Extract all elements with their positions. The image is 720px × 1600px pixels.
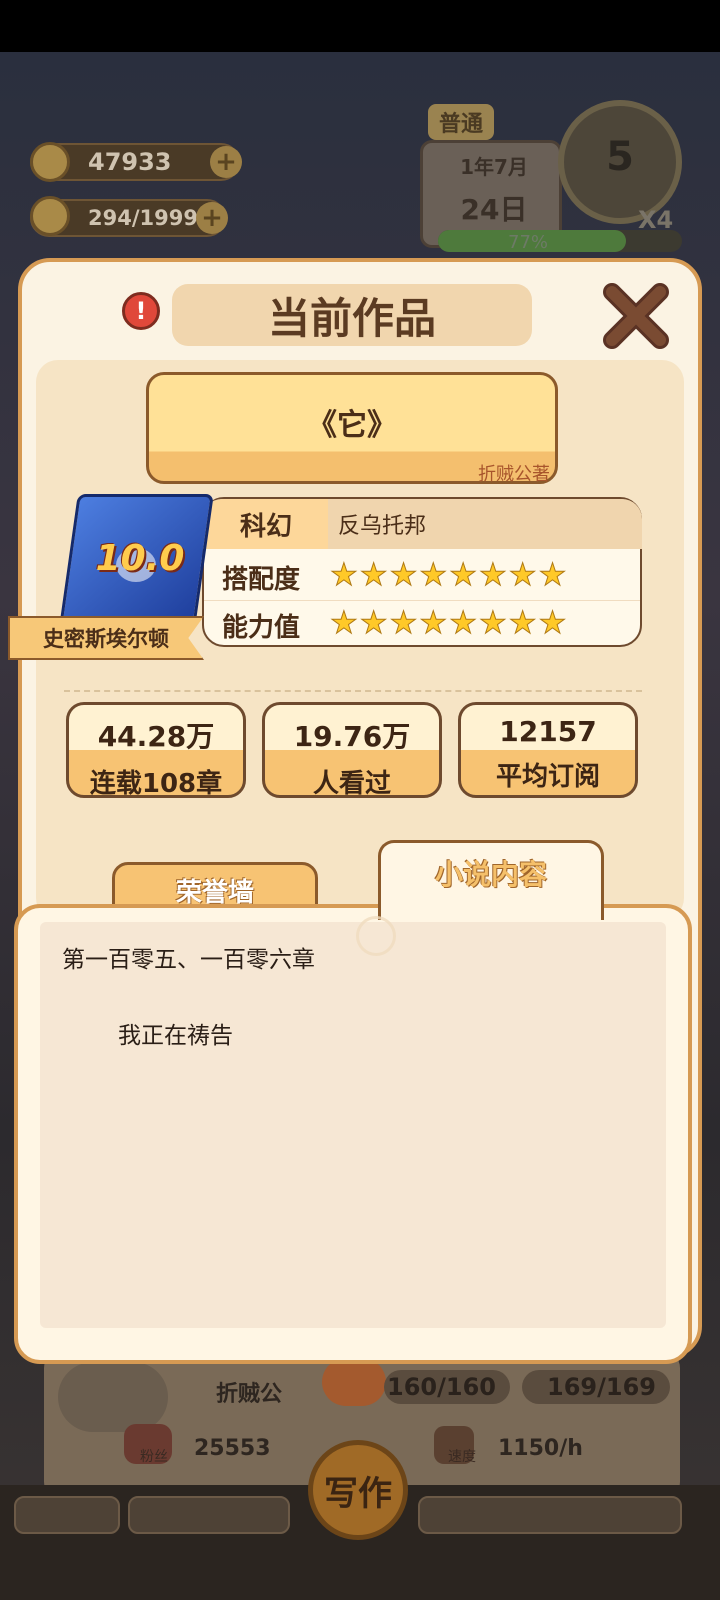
stat-subscriptions-label: 平均订阅: [495, 762, 600, 792]
star-icon: ★: [389, 605, 418, 641]
coins-value: 47933: [88, 148, 172, 176]
bottom-slot-3[interactable]: [418, 1496, 682, 1534]
match-label: 搭配度: [222, 565, 301, 595]
book-author: 折贼公著: [478, 464, 550, 485]
ability-label: 能力值: [222, 613, 301, 643]
novel-text-area[interactable]: [40, 922, 666, 1328]
tab-novel-content[interactable]: 小说内容: [378, 840, 604, 920]
star-icon: ★: [478, 605, 507, 641]
stat-chapters: 44.28万 连载108章: [66, 702, 246, 798]
touch-indicator: [356, 916, 396, 956]
stat-b-value: 169/169: [547, 1373, 656, 1401]
star-icon: ★: [449, 557, 478, 593]
star-icon: ★: [538, 605, 567, 641]
speed-value: 1150/h: [498, 1436, 583, 1461]
star-icon: ★: [330, 557, 359, 593]
next-day-number: 5: [606, 134, 634, 180]
star-icon: ★: [330, 605, 359, 641]
status-bar: [0, 0, 720, 52]
bottom-slot-2[interactable]: [128, 1496, 290, 1534]
add-coins-button[interactable]: +: [210, 146, 242, 178]
calendar-month: 1年7月: [460, 155, 528, 179]
star-icon: ★: [449, 605, 478, 641]
energy-value: 294/1999: [88, 206, 198, 230]
author-avatar: [58, 1362, 168, 1432]
modal-title: 当前作品: [172, 284, 532, 346]
ability-stars: ★ ★ ★ ★ ★ ★ ★ ★: [330, 605, 567, 641]
row-divider: [204, 600, 640, 601]
fans-value: 25553: [194, 1436, 271, 1461]
genre-tag: 科幻: [204, 499, 328, 549]
alert-icon[interactable]: !: [122, 292, 160, 330]
star-icon: ★: [478, 557, 507, 593]
stat-b-pill: 169/169: [522, 1370, 670, 1404]
bottom-slot-1[interactable]: [14, 1496, 120, 1534]
chapter-title: 第一百零五、一百零六章: [62, 947, 315, 973]
stat-a-pill: 160/160: [384, 1370, 510, 1404]
stat-chapters-value: 44.28万: [97, 720, 215, 753]
stat-views-label: 人看过: [312, 769, 391, 798]
match-stars: ★ ★ ★ ★ ★ ★ ★ ★: [330, 557, 567, 593]
star-icon: ★: [359, 605, 388, 641]
star-icon: ★: [389, 557, 418, 593]
speed-label: 速度: [448, 1449, 476, 1465]
close-icon[interactable]: [602, 282, 670, 350]
fans-label: 粉丝: [140, 1449, 168, 1465]
stat-chapters-label: 连载108章: [89, 769, 223, 798]
star-icon: ★: [359, 557, 388, 593]
coin-icon: [30, 142, 70, 182]
subgenre-label: 反乌托邦: [338, 514, 427, 539]
book-title: 《它》: [307, 408, 397, 443]
author-name: 折贼公: [216, 1382, 283, 1407]
day-progress-percent: 77%: [508, 232, 549, 253]
star-icon: ★: [419, 605, 448, 641]
star-icon: ★: [508, 605, 537, 641]
star-icon: ★: [508, 557, 537, 593]
star-icon: ★: [538, 557, 567, 593]
stat-views: 19.76万 人看过: [262, 702, 442, 798]
cancel-icon[interactable]: [322, 1358, 386, 1406]
stat-views-value: 19.76万: [293, 720, 411, 753]
calendar-day: 24日: [460, 193, 528, 226]
energy-icon: [30, 196, 70, 236]
stat-subscriptions-value: 12157: [499, 715, 597, 748]
chapter-body: 我正在祷告: [118, 1023, 233, 1049]
add-energy-button[interactable]: +: [196, 202, 228, 234]
star-icon: ★: [419, 557, 448, 593]
book-score: 10.0: [95, 538, 185, 579]
stat-subscriptions: 12157 平均订阅: [458, 702, 638, 798]
difficulty-label: 普通: [428, 104, 494, 140]
write-button[interactable]: 写作: [308, 1440, 408, 1540]
stat-a-value: 160/160: [387, 1373, 496, 1401]
character-name-ribbon: 史密斯埃尔顿: [8, 616, 204, 660]
section-divider: [64, 690, 642, 692]
